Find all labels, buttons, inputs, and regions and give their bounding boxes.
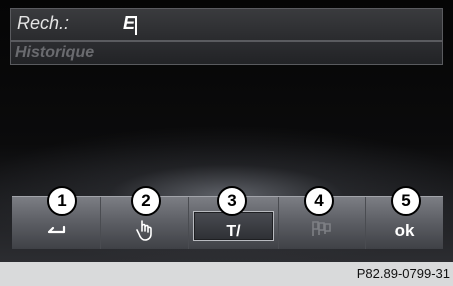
history-row[interactable]: Historique <box>10 41 443 65</box>
history-label: Historique <box>15 44 95 61</box>
figure-reference-code: P82.89-0799-31 <box>356 266 450 281</box>
callout-1: 1 <box>47 186 77 216</box>
flags-language-icon <box>279 219 365 242</box>
ok-icon: ok <box>394 221 415 240</box>
text-cursor <box>135 16 137 35</box>
callout-2: 2 <box>131 186 161 216</box>
handwriting-icon <box>101 217 188 246</box>
display-screen: Rech.: E Historique T/ ok 1 2 3 4 5 <box>0 0 453 262</box>
back-arrow-icon <box>12 223 100 242</box>
text-input-mode-icon: T/ <box>226 223 241 240</box>
search-input-value[interactable]: E <box>123 13 135 34</box>
callout-5: 5 <box>391 186 421 216</box>
callout-3: 3 <box>217 186 247 216</box>
search-field[interactable]: Rech.: E <box>10 8 443 41</box>
caption-bar: P82.89-0799-31 <box>0 262 453 286</box>
callout-4: 4 <box>304 186 334 216</box>
search-label: Rech.: <box>17 13 70 33</box>
